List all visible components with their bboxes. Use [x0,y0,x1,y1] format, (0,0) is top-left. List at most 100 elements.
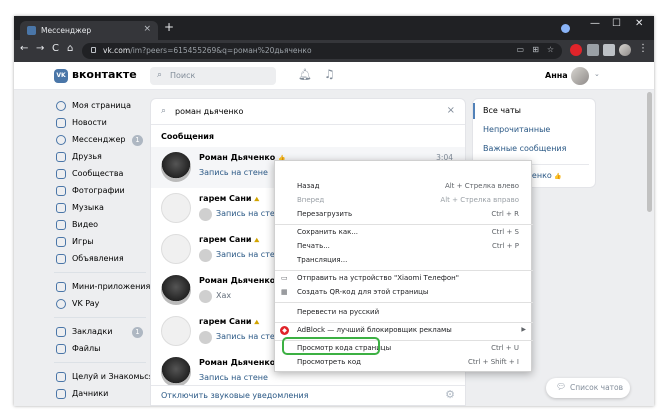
messenger-badge: 1 [132,135,143,146]
qr-code-icon: ▦ [281,288,288,296]
menu-item-friends[interactable]: Друзья [54,149,150,166]
messages-search-query[interactable]: роман дьяченко [175,107,243,116]
search-placeholder: Поиск [170,71,196,80]
messages-search[interactable]: ⌕ роман дьяченко × [151,99,465,125]
menu-item-games[interactable]: Игры [54,234,150,251]
filter-unread[interactable]: Непрочитанные [483,125,550,134]
menu-item-adblock[interactable]: ◆ AdBlock — лучший блокировщик рекламы ▶ [275,324,533,338]
adblock-extension-icon[interactable] [570,44,582,56]
menu-item-qr-code[interactable]: ▦ Создать QR-код для этой страницы [275,286,533,300]
chat-list-button[interactable]: 💬︎ Список чатов [546,378,630,398]
community-icon [56,389,66,399]
gear-icon[interactable]: ⚙ [445,388,455,401]
left-menu: Моя страница Новости Мессенджер 1 Друзья … [54,98,153,403]
search-icon: ⌕ [161,106,167,116]
browser-menu-icon[interactable]: ⋮ [638,43,648,54]
tab-close-icon[interactable]: × [143,24,151,34]
minimize-button[interactable]: — [590,18,600,29]
chat-bubble-icon: 💬︎ [556,382,567,391]
forward-button[interactable]: → [36,43,44,54]
disable-sound-link[interactable]: Отключить звуковые уведомления [161,391,309,400]
sender-avatar [199,331,212,344]
clear-search-icon[interactable]: × [447,105,455,116]
reload-button[interactable]: C [52,43,59,54]
device-icon: ▭ [281,274,288,282]
menu-item-messenger[interactable]: Мессенджер 1 [54,132,150,149]
filter-important[interactable]: Важные сообщения [483,144,566,153]
menu-item-my-page[interactable]: Моя страница [54,98,150,115]
tab-bar: Мессенджер × + — ☐ ✕ [14,16,654,40]
menu-item-bookmarks[interactable]: Закладки 1 [54,324,150,341]
extensions-puzzle-icon[interactable] [587,44,599,56]
menu-item-send-to-device[interactable]: ▭ Отправить на устройство "Xiaomi Телефон… [275,272,533,286]
profile-indicator-icon[interactable] [561,24,570,33]
chat-list-label: Список чатов [570,383,624,392]
search-icon: ⌕ [157,70,163,80]
avatar [161,152,191,182]
menu-item-files[interactable]: Файлы [54,341,150,358]
submenu-arrow-icon: ▶ [521,326,526,333]
back-button[interactable]: ← [20,43,28,54]
sender-avatar [199,208,212,221]
menu-item-inspect[interactable]: Просмотреть код Ctrl + Shift + I [275,356,533,370]
lock-icon[interactable] [91,47,96,53]
cast-icon[interactable]: ▭ [516,45,524,54]
share-icon[interactable]: ⊞ [532,45,539,54]
menu-item-save-as[interactable]: Сохранить как... Ctrl + S [275,226,533,240]
contact-name: Роман Дьяченко [199,276,276,285]
adblock-icon: ◆ [280,326,289,335]
vk-search-input[interactable]: ⌕ Поиск [150,67,276,85]
menu-item-cast[interactable]: Трансляция... [275,254,533,268]
emoji-icon: ⛰ [254,196,260,203]
menu-item-video[interactable]: Видео [54,217,150,234]
message-snippet[interactable]: Запись на стене [199,373,268,382]
menu-item-photos[interactable]: Фотографии [54,183,150,200]
menu-item-community-1[interactable]: Целуй и Знакомься [54,369,153,386]
menu-item-ads[interactable]: Объявления [54,251,150,268]
menu-item-vk-pay[interactable]: VK Pay [54,296,150,313]
vk-brand[interactable]: вконтакте [72,68,137,81]
home-button[interactable]: ⌂ [67,43,73,54]
bookmark-star-icon[interactable]: ☆ [547,45,554,54]
profile-avatar-icon[interactable] [619,44,631,56]
community-icon [56,372,66,382]
notifications-bell-icon[interactable]: 🔔︎ [298,68,312,81]
page-scrollbar[interactable] [647,92,652,212]
filter-all-chats[interactable]: Все чаты [483,106,521,115]
menu-item-translate[interactable]: Перевести на русский [275,306,533,320]
menu-divider [275,322,533,323]
menu-item-news[interactable]: Новости [54,115,150,132]
photo-icon [56,186,66,196]
communities-icon [56,169,66,179]
menu-item-communities[interactable]: Сообщества [54,166,150,183]
contact-name: гарем Сани [199,317,252,326]
music-note-icon[interactable]: ♫ [324,67,335,81]
maximize-button[interactable]: ☐ [612,18,621,29]
user-avatar[interactable] [571,67,589,85]
menu-item-mini-apps[interactable]: Мини-приложения [54,279,150,296]
vk-logo-icon[interactable]: VK [54,69,68,83]
tab-messenger[interactable]: Мессенджер × [20,21,158,40]
chevron-down-icon[interactable]: ⌄ [594,70,600,78]
contact-name: гарем Сани [199,194,252,203]
bookmarks-badge: 1 [132,327,143,338]
menu-item-back[interactable]: Назад Alt + Стрелка влево [275,180,533,194]
user-name[interactable]: Анна [545,71,568,80]
message-snippet: Хах [216,291,232,300]
contact-name: Роман Дьяченко [199,153,276,162]
menu-item-music[interactable]: Музыка [54,200,150,217]
close-window-button[interactable]: ✕ [635,18,643,29]
menu-item-print[interactable]: Печать... Ctrl + P [275,240,533,254]
tab-title: Мессенджер [41,26,92,35]
menu-item-community-2[interactable]: Дачники [54,386,150,403]
vk-header: VK вконтакте ⌕ Поиск 🔔︎ ♫ Анна ⌄ [14,62,654,90]
file-icon [56,344,66,354]
media-control-icon[interactable] [603,44,615,56]
inspect-highlight-box [282,337,380,355]
new-tab-button[interactable]: + [164,20,174,34]
message-snippet[interactable]: Запись на стене [199,168,268,177]
menu-divider [275,270,533,271]
menu-item-reload[interactable]: Перезагрузить Ctrl + R [275,208,533,222]
address-bar[interactable]: vk.com/im?peers=615455269&q=роман%20дьяч… [82,43,562,59]
avatar [161,357,191,387]
